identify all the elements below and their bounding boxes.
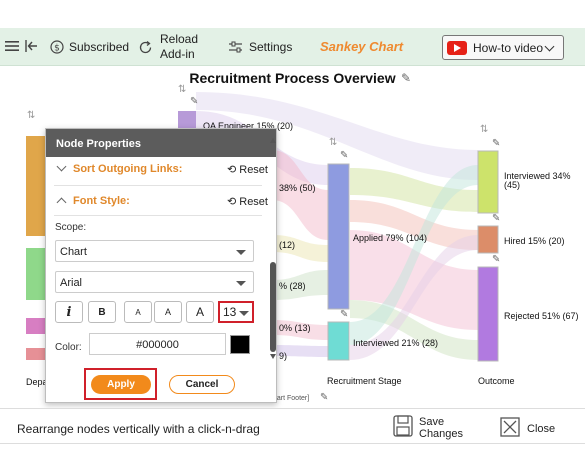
panel-scrollbar[interactable] <box>270 262 276 352</box>
node-label: (12) <box>279 240 296 250</box>
caret-down-icon <box>236 281 246 286</box>
chevron-down-icon <box>56 161 67 172</box>
svg-text:$: $ <box>54 44 60 54</box>
settings-label: Settings <box>249 40 293 54</box>
node-label-rejected: Rejected 51% (67) <box>504 311 579 321</box>
apply-highlight: Apply <box>84 368 157 400</box>
sort-outgoing-header[interactable]: Sort Outgoing Links: <box>56 161 182 175</box>
reload-addin-button[interactable]: Reload Add-in <box>138 32 198 62</box>
edit-node-pencil-icon[interactable]: ✎ <box>492 138 500 149</box>
sort-outgoing-section[interactable]: Sort Outgoing Links: ⟲ Reset <box>46 161 268 183</box>
close-label: Close <box>527 422 556 435</box>
how-to-video-dropdown[interactable]: How-to video <box>442 35 564 60</box>
divider <box>54 215 262 216</box>
sankey-node <box>477 225 499 254</box>
node-properties-panel: Node Properties Sort Outgoing Links: ⟲ R… <box>45 128 277 403</box>
divider <box>54 185 262 186</box>
cancel-button[interactable]: Cancel <box>169 375 235 394</box>
reload-icon <box>138 40 153 55</box>
scope-label: Scope: <box>55 222 87 233</box>
italic-button[interactable]: i <box>55 301 83 323</box>
sort-arrows-icon[interactable]: ⇅ <box>480 124 488 135</box>
color-label: Color: <box>55 342 82 353</box>
node-label-interviewed-21: Interviewed 21% (28) <box>353 338 439 348</box>
reload-label: Reload <box>160 32 199 46</box>
addin-label: Add-in <box>160 47 195 61</box>
font-family-select[interactable]: Arial <box>55 271 254 293</box>
edit-node-pencil-icon[interactable]: ✎ <box>190 96 198 107</box>
save-label: Save <box>419 415 445 428</box>
sliders-icon <box>228 41 243 54</box>
subscribed-button[interactable]: $ Subscribed <box>50 40 129 54</box>
chevron-down-icon <box>544 41 555 52</box>
close-icon <box>500 417 520 440</box>
scroll-up-arrow-icon[interactable] <box>270 138 276 143</box>
reset-sort-button[interactable]: ⟲ Reset <box>227 163 268 176</box>
node-label: 38% (50) <box>279 183 316 193</box>
node-label-interviewed-34-count: (45) <box>504 180 521 190</box>
bold-button[interactable]: B <box>88 301 116 323</box>
edit-node-pencil-icon[interactable]: ✎ <box>340 150 348 161</box>
font-size-small-button[interactable]: A <box>124 301 152 323</box>
color-swatch[interactable] <box>230 335 250 354</box>
edit-node-pencil-icon[interactable]: ✎ <box>320 392 328 403</box>
node-label-applied: Applied 79% (104) <box>353 233 428 243</box>
font-style-section[interactable]: Font Style: ⟲ Reset <box>46 195 268 215</box>
brand-title: Sankey Chart <box>320 39 404 54</box>
sankey-node <box>178 111 196 128</box>
sort-arrows-icon[interactable]: ⇅ <box>329 137 337 148</box>
subscribed-label: Subscribed <box>69 40 130 54</box>
sankey-node <box>477 266 499 362</box>
edit-node-pencil-icon[interactable]: ✎ <box>492 213 500 224</box>
apply-button[interactable]: Apply <box>91 375 151 394</box>
caret-down-icon <box>239 311 249 316</box>
status-bar: Rearrange nodes vertically with a click-… <box>0 408 585 444</box>
sort-arrows-icon[interactable]: ⇅ <box>27 110 35 121</box>
scope-select[interactable]: Chart <box>55 240 254 262</box>
app-window: $ Subscribed Reload Add-in Settings Sank… <box>0 0 585 473</box>
youtube-icon <box>447 40 467 55</box>
settings-button[interactable]: Settings <box>228 40 292 54</box>
caret-down-icon <box>236 250 246 255</box>
font-size-large-button[interactable]: A <box>186 301 214 323</box>
toolbar: $ Subscribed Reload Add-in Settings Sank… <box>0 28 585 66</box>
sankey-node <box>327 321 350 361</box>
save-disk-icon <box>393 415 413 440</box>
column-label-recruitment-stage[interactable]: Recruitment Stage <box>327 376 402 386</box>
reset-font-button[interactable]: ⟲ Reset <box>227 195 268 208</box>
column-label-outcome[interactable]: Outcome <box>478 376 515 386</box>
node-label: % (28) <box>279 281 306 291</box>
back-button[interactable] <box>24 39 38 53</box>
sankey-node <box>327 163 350 310</box>
node-label-hired: Hired 15% (20) <box>504 236 565 246</box>
font-size-select[interactable]: 13 <box>218 301 254 323</box>
edit-node-pencil-icon[interactable]: ✎ <box>340 309 348 320</box>
menu-button[interactable] <box>4 39 20 53</box>
chevron-up-icon <box>56 197 67 208</box>
changes-label: Changes <box>419 427 464 440</box>
close-button[interactable]: Close <box>500 417 555 440</box>
font-size-medium-button[interactable]: A <box>154 301 182 323</box>
panel-title: Node Properties <box>46 129 276 157</box>
hint-text: Rearrange nodes vertically with a click-… <box>17 422 260 436</box>
sankey-node <box>477 150 499 214</box>
sort-arrows-icon[interactable]: ⇅ <box>178 84 186 95</box>
scroll-down-arrow-icon[interactable] <box>270 354 276 359</box>
hamburger-icon <box>4 39 20 53</box>
node-label: 9) <box>279 351 288 361</box>
arrow-left-icon <box>24 39 38 53</box>
color-hex-input[interactable]: #000000 <box>89 333 226 355</box>
node-label: 0% (13) <box>279 323 311 333</box>
save-changes-button[interactable]: Save Changes <box>393 415 463 440</box>
dollar-circle-icon: $ <box>50 40 64 54</box>
edit-node-pencil-icon[interactable]: ✎ <box>492 254 500 265</box>
font-style-header[interactable]: Font Style: <box>56 195 130 208</box>
how-to-video-label: How-to video <box>473 40 544 55</box>
